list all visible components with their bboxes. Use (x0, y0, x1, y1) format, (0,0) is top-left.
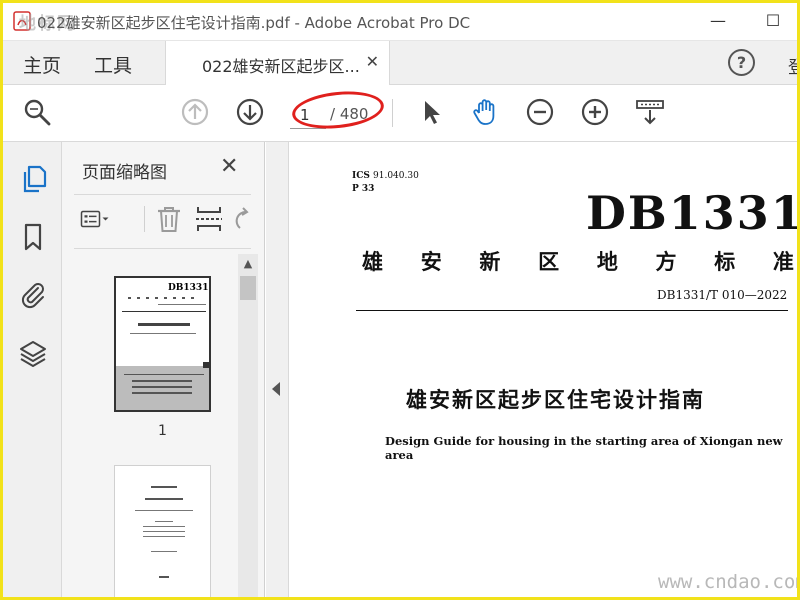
site-watermark: www.cndao.com (658, 571, 800, 593)
ics-code: ICS 91.040.30 (352, 171, 419, 181)
toolbar-divider (392, 99, 393, 127)
thumbnail-text-line (132, 386, 192, 388)
thumbnail-text-line (130, 333, 196, 334)
bookmarks-icon[interactable] (18, 222, 48, 252)
header-rule (356, 310, 788, 311)
scroll-up-button[interactable]: ▲ (238, 254, 258, 274)
collapse-panel-bar[interactable] (266, 142, 289, 597)
title-bar: 地标网 022雄安新区起步区住宅设计指南.pdf - Adobe Acrobat… (3, 3, 797, 41)
select-cursor-icon[interactable] (417, 97, 447, 127)
document-view: ICS 91.040.30 P 33 DB1331 雄 安 新 区 地 方 标 … (266, 142, 800, 597)
ics-value: 91.040.30 (373, 171, 419, 181)
ics-label: ICS (352, 171, 370, 181)
thumbnail-code-text: DB1331 (168, 283, 209, 293)
panel-title: 页面缩略图 (82, 163, 167, 183)
page-thumbnails-panel: 页面缩略图 ✕ ▲ DB1331 1 (62, 142, 265, 597)
thumbnail-options-icon[interactable] (80, 204, 110, 234)
thumbnail-text-line (135, 510, 193, 511)
tab-document[interactable]: 022雄安新区起步区... ✕ (165, 41, 390, 85)
panel-divider (74, 194, 251, 195)
thumbnail-text-line (158, 304, 206, 305)
thumbnail-text-line (138, 323, 190, 326)
document-tab-label: 022雄安新区起步区... (202, 57, 360, 76)
standard-type-char: 区 (538, 249, 560, 274)
p-code: P 33 (352, 184, 375, 194)
page-thumbnails-icon[interactable] (18, 164, 48, 194)
standard-type-char: 安 (420, 249, 442, 274)
scrollbar-thumb[interactable] (240, 276, 256, 300)
thumbnail-footer-block (116, 366, 209, 410)
layers-icon[interactable] (18, 338, 48, 368)
standard-number: DB1331/T 010—2022 (657, 288, 788, 302)
tab-tools[interactable]: 工具 (94, 51, 132, 78)
scroll-mode-icon[interactable] (635, 97, 665, 127)
zoom-in-icon[interactable] (580, 97, 610, 127)
thumbnail-text-line (159, 576, 169, 578)
next-page-icon[interactable] (235, 97, 265, 127)
maximize-button[interactable]: ☐ (758, 9, 788, 33)
standard-type-char: 准 (772, 249, 794, 274)
close-tab-button[interactable]: ✕ (366, 52, 379, 71)
thumbnail-scrollbar[interactable]: ▲ (238, 254, 258, 597)
extract-pages-icon[interactable] (194, 204, 224, 234)
thumbnail-text-line (145, 498, 183, 500)
help-icon[interactable]: ? (728, 49, 755, 76)
collapse-arrow-icon[interactable] (272, 382, 280, 396)
tab-bar: 主页 工具 022雄安新区起步区... ✕ ? 登 (3, 41, 797, 85)
tab-home[interactable]: 主页 (23, 51, 61, 78)
thumbnail-text-line (143, 536, 185, 537)
thumbnail-text-line (143, 531, 185, 532)
document-title-chinese: 雄安新区起步区住宅设计指南 (406, 388, 705, 412)
toolbar: 1 / 480 (3, 85, 797, 142)
thumbnail-text-line (151, 551, 177, 552)
previous-page-icon[interactable] (180, 97, 210, 127)
pdf-page: ICS 91.040.30 P 33 DB1331 雄 安 新 区 地 方 标 … (290, 142, 800, 597)
zoom-out-icon[interactable] (525, 97, 555, 127)
standard-type-char: 地 (596, 249, 618, 274)
document-title-english: Design Guide for housing in the starting… (385, 434, 783, 462)
left-navigation-rail (3, 142, 62, 597)
hand-tool-icon[interactable] (470, 97, 500, 127)
thumbnail-text-line (122, 311, 206, 312)
thumbnail-text-line (151, 486, 177, 488)
sign-in-button[interactable]: 登 (788, 53, 797, 78)
thumbnail-text-line (132, 392, 192, 394)
minimize-button[interactable]: — (703, 9, 733, 33)
standard-type-char: 标 (714, 249, 736, 274)
standard-type-line: 雄 安 新 区 地 方 标 准 (362, 246, 794, 276)
rotate-page-icon[interactable] (230, 204, 250, 234)
close-panel-button[interactable]: ✕ (220, 154, 238, 179)
thumbnail-text-line (124, 374, 204, 375)
search-icon[interactable] (22, 97, 52, 127)
attachments-icon[interactable] (18, 279, 48, 309)
thumbnail-text-line (132, 380, 192, 382)
page-thumbnail[interactable]: DB1331 (114, 276, 211, 412)
thumbnail-text-line (155, 521, 173, 522)
delete-page-icon[interactable] (154, 204, 184, 234)
standard-type-char: 雄 (362, 249, 383, 274)
screenshot-frame: 地标网 022雄安新区起步区住宅设计指南.pdf - Adobe Acrobat… (0, 0, 800, 600)
panel-tool-divider (144, 206, 145, 232)
thumbnail-text-line (143, 526, 185, 527)
standard-type-char: 方 (655, 249, 677, 274)
db-code-heading: DB1331 (586, 186, 800, 240)
thumbnail-text-line (128, 297, 200, 299)
thumbnail-resize-handle[interactable] (203, 362, 209, 368)
page-thumbnail[interactable] (114, 465, 211, 597)
thumbnail-page-number: 1 (158, 423, 167, 439)
window-title: 022雄安新区起步区住宅设计指南.pdf - Adobe Acrobat Pro… (37, 14, 471, 32)
standard-type-char: 新 (479, 249, 501, 274)
panel-divider (74, 248, 251, 249)
